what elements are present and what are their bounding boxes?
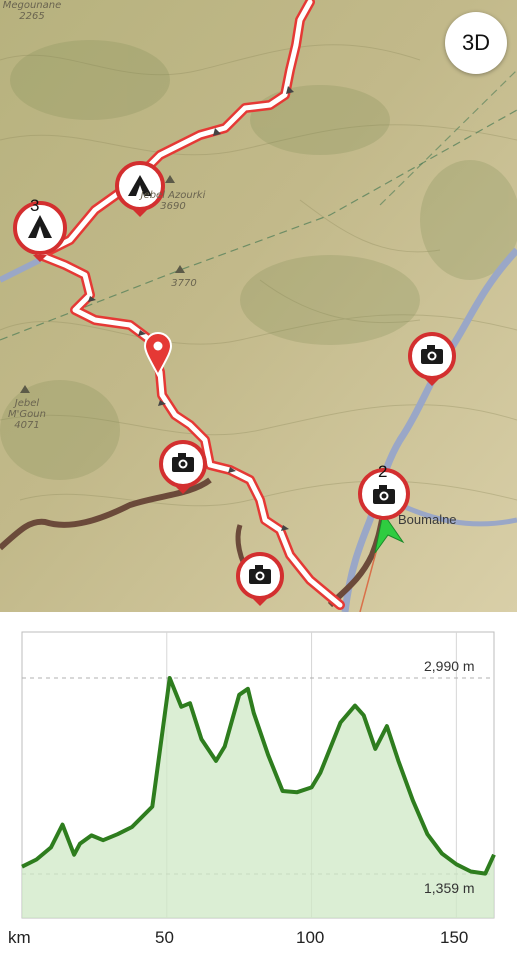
place-label-jebel-mgoun: Jebel M'Goun 4071 bbox=[8, 398, 46, 431]
x-axis-unit: km bbox=[8, 928, 31, 947]
place-label-megounane: Megounane 2265 bbox=[2, 0, 62, 22]
max-elevation-label: 2,990 m bbox=[424, 658, 475, 674]
elevation-profile[interactable]: 2,990 m 1,359 m km 50 100 150 bbox=[0, 612, 517, 956]
place-label-peak-3770: 3770 bbox=[171, 278, 197, 289]
x-tick-label: 150 bbox=[440, 928, 469, 947]
camera-marker-count: 2 bbox=[378, 462, 388, 481]
min-elevation-label: 1,359 m bbox=[424, 880, 475, 896]
x-tick-label: 100 bbox=[296, 928, 325, 947]
camp-marker-count: 3 bbox=[30, 196, 40, 215]
3d-toggle-button[interactable]: 3D bbox=[445, 12, 507, 74]
town-label-boumalne: Boumalne bbox=[398, 512, 457, 527]
map-view[interactable]: Megounane 2265 Jebel Azourki 3690 3770 Jeb… bbox=[0, 0, 517, 612]
place-label-jebel-azourki: Jebel Azourki 3690 bbox=[140, 190, 206, 212]
x-tick-label: 50 bbox=[155, 928, 174, 947]
